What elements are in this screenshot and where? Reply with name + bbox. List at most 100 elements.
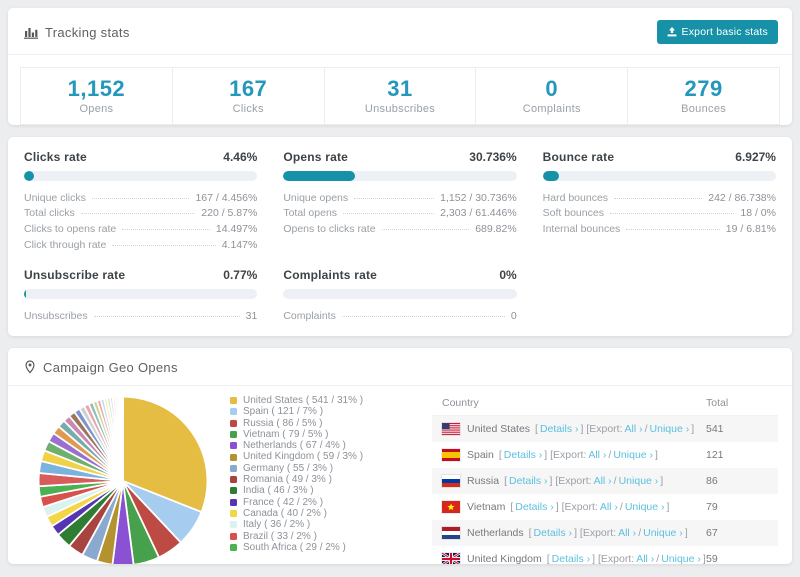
- export-all-link[interactable]: All ›: [636, 553, 654, 564]
- rate-detail-row: Total opens 2,303 / 61.446%: [283, 206, 516, 222]
- geo-row-nl: Netherlands [Details ›] [Export: All › / Un…: [432, 519, 778, 546]
- export-all-link[interactable]: All ›: [618, 527, 636, 539]
- details-link[interactable]: Details ›: [509, 475, 548, 487]
- rate-head: Bounce rate 6.927%: [543, 150, 776, 164]
- export-unique-link[interactable]: Unique ›: [625, 501, 665, 513]
- geo-opens-title: Campaign Geo Opens: [43, 359, 178, 375]
- column-country: Country: [442, 396, 479, 409]
- geo-pie-chart[interactable]: [24, 391, 230, 564]
- legend-swatch: [230, 453, 237, 461]
- export-label: [Export:: [547, 448, 587, 461]
- export-all-link[interactable]: All ›: [625, 423, 643, 435]
- export-unique-link[interactable]: Unique ›: [613, 449, 653, 461]
- rate-detail-value: 4.147%: [221, 238, 258, 251]
- legend-item: Romania ( 49 / 3% ): [230, 474, 426, 485]
- bracket: ]: [684, 526, 688, 539]
- column-total: Total: [706, 396, 729, 409]
- rate-detail-label: Opens to clicks rate: [283, 222, 376, 235]
- rate-progress-bar: [542, 171, 776, 181]
- legend-swatch: [230, 419, 237, 427]
- details-link[interactable]: Details ›: [504, 449, 543, 461]
- export-label: [Export:: [583, 422, 623, 435]
- rate-detail-label: Total opens: [283, 207, 338, 220]
- stat-label: Complaints: [522, 103, 581, 115]
- dotted-leader: [341, 316, 505, 318]
- rate-detail-value: 14.497%: [215, 222, 258, 235]
- rate-detail-row: Complaints 0: [283, 308, 516, 324]
- rate-progress-fill: [24, 289, 26, 300]
- rate-progress-fill: [24, 171, 35, 181]
- export-all-link[interactable]: All ›: [594, 475, 612, 487]
- bracket: ]: [666, 500, 670, 513]
- export-unique-link[interactable]: Unique ›: [650, 423, 690, 435]
- export-unique-link[interactable]: Unique ›: [661, 553, 701, 564]
- legend-item: Vietnam ( 79 / 5% ): [230, 429, 426, 440]
- export-basic-stats-button[interactable]: Export basic stats: [656, 20, 778, 44]
- slash: /: [608, 448, 612, 461]
- rate-detail-label: Click through rate: [24, 238, 107, 251]
- rate-title: Clicks rate: [24, 150, 87, 164]
- legend-item: Spain ( 121 / 7% ): [230, 406, 426, 417]
- rate-detail-rows: Unique clicks 167 / 4.456% Total clicks …: [24, 190, 257, 252]
- rate-panel-unsubscribe-rate: Unsubscribe rate 0.77% Unsubscribes 31: [24, 268, 258, 324]
- stat-value: 31: [387, 76, 413, 101]
- legend-swatch: [230, 498, 237, 506]
- details-link[interactable]: Details ›: [540, 423, 579, 435]
- legend-swatch: [230, 510, 237, 518]
- details-link[interactable]: Details ›: [534, 527, 573, 539]
- rate-detail-value: 167 / 4.456%: [195, 191, 258, 204]
- legend-swatch: [230, 464, 237, 472]
- flag-us-icon: [442, 422, 460, 435]
- legend-swatch: [230, 521, 237, 529]
- flag-ru-icon: [442, 474, 460, 487]
- rate-head: Unsubscribe rate 0.77%: [24, 268, 257, 282]
- geo-opens-card: Campaign Geo Opens United States ( 541 /…: [8, 347, 792, 564]
- legend-label: India ( 46 / 3% ): [243, 485, 314, 497]
- geo-country: United Kingdom: [467, 552, 542, 564]
- geo-row-gb: United Kingdom [Details ›] [Export: All ›…: [432, 546, 778, 564]
- rate-title: Bounce rate: [542, 150, 615, 164]
- rate-detail-row: Soft bounces 18 / 0%: [543, 206, 776, 222]
- legend-item: Germany ( 55 / 3% ): [230, 463, 426, 474]
- rate-detail-rows: Unique opens 1,152 / 30.736% Total opens…: [283, 190, 516, 237]
- bracket: [: [528, 526, 532, 539]
- export-all-link[interactable]: All ›: [600, 501, 618, 513]
- legend-swatch: [230, 487, 237, 495]
- legend-label: Russia ( 86 / 5% ): [243, 417, 323, 429]
- rate-detail-label: Unsubscribes: [24, 310, 88, 323]
- geo-country: United States: [467, 422, 531, 435]
- legend-item: Netherlands ( 67 / 4% ): [230, 440, 426, 451]
- legend-label: United Kingdom ( 59 / 3% ): [243, 451, 364, 463]
- legend-label: Canada ( 40 / 2% ): [243, 507, 327, 519]
- slash: /: [656, 552, 660, 564]
- geo-total-value: 59: [706, 552, 718, 564]
- rate-percentage: 6.927%: [735, 150, 776, 164]
- export-unique-link[interactable]: Unique ›: [619, 475, 659, 487]
- rate-percentage: 0.77%: [223, 268, 258, 283]
- export-all-link[interactable]: All ›: [588, 449, 606, 461]
- geo-row-us: United States [Details ›] [Export: All › /…: [432, 415, 778, 442]
- rate-detail-label: Soft bounces: [542, 207, 604, 220]
- rate-detail-label: Hard bounces: [542, 191, 609, 204]
- legend-label: Netherlands ( 67 / 4% ): [243, 440, 346, 452]
- rate-progress-fill: [283, 171, 356, 181]
- legend-swatch: [230, 431, 237, 438]
- legend-label: United States ( 541 / 31% ): [243, 394, 364, 406]
- bracket: [: [510, 500, 514, 513]
- pie-svg: [37, 395, 209, 564]
- details-link[interactable]: Details ›: [515, 501, 554, 513]
- dotted-leader: [614, 197, 703, 199]
- rate-detail-label: Clicks to opens rate: [24, 222, 117, 235]
- legend-item: Russia ( 86 / 5% ): [230, 418, 426, 429]
- geo-country: Netherlands: [467, 526, 524, 539]
- bracket: ]: [691, 422, 695, 435]
- details-link[interactable]: Details ›: [552, 553, 591, 564]
- dotted-leader: [112, 244, 216, 246]
- export-unique-link[interactable]: Unique ›: [643, 527, 683, 539]
- map-pin-icon: [24, 360, 36, 375]
- rate-detail-row: Unique opens 1,152 / 30.736%: [283, 190, 516, 206]
- geo-total-value: 67: [706, 526, 718, 539]
- stat-label: Opens: [79, 103, 114, 115]
- rate-detail-label: Unique opens: [283, 191, 349, 204]
- dotted-leader: [626, 228, 720, 230]
